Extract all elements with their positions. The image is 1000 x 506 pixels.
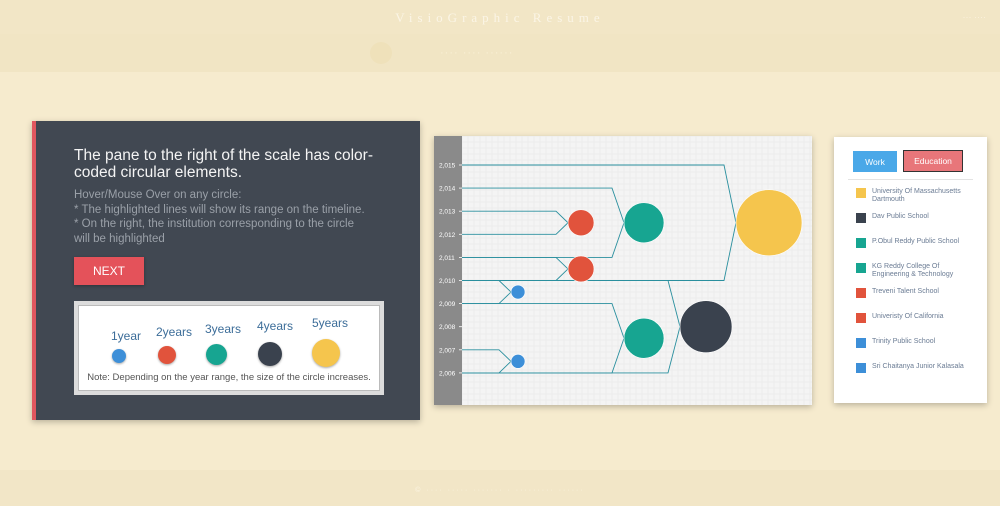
footer-text: © ···· ····· ······· · ········· ······ [415, 487, 585, 494]
range-line [462, 338, 625, 374]
institution-color-swatch [856, 238, 866, 248]
instruction-line: * On the right, the institution correspo… [74, 218, 354, 230]
duration-circle [567, 209, 595, 237]
institution-name: P.Obul Reddy Public School [872, 238, 960, 245]
institution-color-swatch [856, 188, 866, 198]
year-label: 2,014 [439, 186, 456, 193]
range-line [462, 361, 512, 374]
institution-color-swatch [856, 363, 866, 373]
institution-name: Dav Public School [872, 213, 929, 220]
range-line [462, 349, 512, 362]
duration-circle [735, 189, 803, 257]
legend-dot-1year [112, 349, 126, 363]
instruction-panel: The pane to the right of the scale has c… [32, 121, 420, 420]
institution-name: KG Reddy College Of Engineering & Techno… [872, 263, 954, 278]
instruction-line: * The highlighted lines will show its ra… [74, 203, 365, 216]
institution-color-swatch [856, 213, 866, 223]
legend-label-5years: 5years [312, 316, 349, 330]
duration-circle [679, 300, 733, 353]
legend-note: Note: Depending on the year range, the s… [87, 372, 371, 383]
year-label: 2,006 [439, 370, 456, 377]
circle-size-legend: 1year 2years 3years 4years 5years Note: … [74, 301, 384, 395]
legend-label-2years: 2years [156, 325, 193, 339]
timeline-svg: 2,015 2,014 2,013 2,012 2,011 2,010 2,009 2,008… [434, 136, 812, 405]
institution-color-swatch [856, 313, 866, 323]
range-line [462, 222, 737, 281]
institution-legend: Work Education University Of Massachuset… [834, 137, 987, 403]
institution-name: Trinity Public School [872, 338, 936, 345]
legend-label-1year: 1year [111, 329, 142, 343]
institution-color-swatch [856, 288, 866, 298]
year-axis [434, 136, 462, 405]
top-right-link[interactable]: ··· ···· [963, 12, 986, 22]
timeline-chart: 2,015 2,014 2,013 2,012 2,011 2,010 2,009 2,008… [434, 136, 812, 405]
year-label: 2,008 [439, 324, 456, 331]
site-title: VisioGraphic Resume [395, 10, 605, 25]
year-label: 2,011 [439, 255, 455, 262]
instruction-line: Hover/Mouse Over on any circle: [74, 189, 242, 201]
duration-circle [567, 255, 595, 283]
legend-dot-5years [312, 339, 340, 367]
next-button[interactable]: NEXT [74, 257, 144, 285]
legend-dot-3years [206, 344, 227, 365]
panel-instructions: Hover/Mouse Over on any circle: * The hi… [74, 188, 404, 246]
range-line [462, 303, 625, 339]
panel-heading: The pane to the right of the scale has c… [74, 147, 373, 181]
education-tab-button[interactable]: Education [903, 150, 963, 172]
duration-circle [623, 202, 665, 244]
legend-label-3years: 3years [205, 322, 242, 336]
work-tab-button[interactable]: Work [853, 151, 897, 172]
year-label: 2,007 [439, 347, 456, 354]
institution-color-swatch [856, 338, 866, 348]
year-label: 2,015 [439, 163, 456, 170]
profile-name: ···· ···· ······ [440, 47, 514, 59]
instruction-line: will be highlighted [74, 232, 165, 245]
duration-circle [510, 354, 526, 369]
range-line [462, 187, 625, 223]
year-label: 2,013 [439, 209, 456, 216]
range-line [462, 222, 625, 258]
year-label: 2,012 [439, 232, 456, 239]
legend-label-4years: 4years [257, 319, 294, 333]
avatar [370, 42, 392, 64]
institution-name: University Of Massachusetts Dartmouth [872, 188, 961, 203]
institution-name: Univeristy Of California [872, 313, 944, 320]
year-label: 2,010 [439, 278, 456, 285]
year-label: 2,009 [439, 301, 456, 308]
range-line [462, 280, 512, 293]
divider [848, 179, 973, 180]
duration-circle [510, 284, 526, 300]
institution-color-swatch [856, 263, 866, 273]
duration-circle [623, 317, 665, 359]
legend-dot-4years [258, 342, 282, 366]
institution-name: Sri Chaitanya Junior Kalasala [872, 363, 964, 370]
legend-dot-2years [158, 346, 176, 364]
institution-name: Treveni Talent School [872, 288, 939, 295]
